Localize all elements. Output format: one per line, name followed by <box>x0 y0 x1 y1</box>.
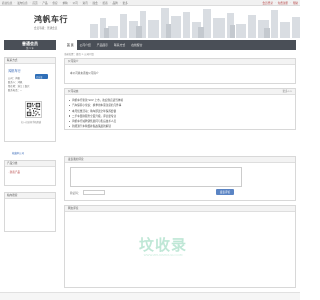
store-name-link[interactable]: 鸿帆车行 <box>8 68 21 73</box>
top-nav: 商业信息 · 发布信息 · 首页 · 产品 · 供应 · 求购 · 公司 · 资讯 · 展会 · 招商 · 品牌 · 更多 <box>2 1 128 5</box>
main-tabs: 首 页公司介绍 产品展示 联系方式 在线留言 <box>64 40 296 50</box>
site-search-box: 站内搜索 <box>4 192 56 232</box>
top-nav-separator: · <box>14 1 16 5</box>
breadcrumb: 当前位置：首页 > 公司介绍 <box>64 53 94 56</box>
company-intro-text: 本公司尚未添加公司简介 <box>70 72 99 75</box>
account-link[interactable]: 帮助 <box>293 1 298 5</box>
contact-box: 联系方式 鸿帆车行 已认证 公司：鸿帆 联系人：鸿帆 所在地：浙江 | 嘉兴 联系电话… <box>4 57 56 142</box>
top-nav-link[interactable]: 求购 <box>62 1 67 5</box>
top-account-links: 会员登录 · 免费注册 · 帮助 <box>262 1 298 5</box>
tab-1[interactable]: 公司介绍 <box>77 40 94 50</box>
store-brand-title: 鸿帆车行 <box>34 14 68 24</box>
news-list: 鸿帆车行新款 SUV 上市，欢迎到店试驾体验 汽车保养小常识：换季用车需注意的几件… <box>69 98 289 130</box>
tab-4[interactable]: 在线留言 <box>128 40 145 50</box>
top-nav-separator: · <box>29 1 31 5</box>
news-more-link[interactable]: 更多>> <box>282 89 292 95</box>
qr-caption: 扫一扫访问手机商铺 <box>21 121 41 124</box>
top-nav-link[interactable]: 更多 <box>123 1 128 5</box>
top-nav-separator: · <box>99 1 101 5</box>
top-nav-link[interactable]: 供应 <box>52 1 57 5</box>
reviews-title: 网友评论 <box>65 206 295 212</box>
top-nav-separator: · <box>59 1 61 5</box>
top-nav-separator: · <box>39 1 41 5</box>
category-item[interactable]: · 新商产品 <box>8 170 20 174</box>
top-nav-separator: · <box>109 1 111 5</box>
contact-box-title: 联系方式 <box>5 58 55 64</box>
contact-details: 公司：鸿帆 联系人：鸿帆 所在地：浙江 | 嘉兴 联系电话：-- <box>8 77 29 93</box>
membership-panel: 普通会员 第 1 年 <box>4 40 56 50</box>
top-nav-separator: · <box>79 1 81 5</box>
city-skyline-banner <box>80 6 300 38</box>
tab-0[interactable]: 首 页 <box>64 40 77 50</box>
qr-code-icon <box>25 101 42 118</box>
verified-badge: 已认证 <box>35 74 48 79</box>
top-nav-link[interactable]: 招商 <box>103 1 108 5</box>
category-box: 产品分类 · 新商产品 <box>4 160 56 186</box>
follow-company-link[interactable]: 收藏本公司 <box>12 151 24 155</box>
site-search-title: 站内搜索 <box>5 193 55 199</box>
header: 鸿帆车行 会员等级：普通会员 <box>0 6 300 38</box>
comment-box: 发表我的评论 验证码： 发表评论 <box>64 156 296 201</box>
verify-code-input[interactable] <box>83 190 105 195</box>
verify-code-label: 验证码： <box>70 192 81 195</box>
membership-years: 第 1 年 <box>26 47 34 50</box>
tab-3[interactable]: 联系方式 <box>111 40 128 50</box>
contact-detail-line: 联系电话：-- <box>8 89 22 92</box>
news-item[interactable]: 新能源汽车购置补贴政策最新解读 <box>69 124 289 129</box>
top-nav-link[interactable]: 发布信息 <box>17 1 27 5</box>
comment-textarea[interactable] <box>70 167 242 187</box>
top-nav-link[interactable]: 公司 <box>72 1 77 5</box>
watermark-logo: 坟收录 <box>138 236 187 254</box>
comment-box-title: 发表我的评论 <box>65 157 295 163</box>
account-separator: · <box>274 1 276 5</box>
top-nav-link[interactable]: 资讯 <box>82 1 87 5</box>
account-link[interactable]: 会员登录 <box>262 1 272 5</box>
footer <box>0 292 300 300</box>
top-nav-link[interactable]: 商业信息 <box>2 1 12 5</box>
top-nav-link[interactable]: 展会 <box>93 1 98 5</box>
company-intro-box: 公司简介 本公司尚未添加公司简介 <box>64 58 296 84</box>
top-nav-separator: · <box>69 1 71 5</box>
top-nav-separator: · <box>89 1 91 5</box>
member-level-text: 会员等级：普通会员 <box>34 27 58 30</box>
watermark-url: WWW.ZHUOSHOULU.COM <box>143 253 183 257</box>
submit-comment-button[interactable]: 发表评论 <box>216 189 234 195</box>
top-nav-separator: · <box>119 1 121 5</box>
company-news-header: 公司动态 更多>> <box>65 89 295 95</box>
account-separator: · <box>289 1 291 5</box>
company-news-title: 公司动态 <box>68 90 79 93</box>
category-box-title: 产品分类 <box>5 161 55 167</box>
company-intro-title: 公司简介 <box>65 59 295 65</box>
top-nav-link[interactable]: 品牌 <box>113 1 118 5</box>
company-news-box: 公司动态 更多>> 鸿帆车行新款 SUV 上市，欢迎到店试驾体验 汽车保养小常识：… <box>64 88 296 130</box>
top-nav-link[interactable]: 首页 <box>32 1 37 5</box>
top-nav-link[interactable]: 产品 <box>42 1 47 5</box>
top-nav-separator: · <box>49 1 51 5</box>
account-link[interactable]: 免费注册 <box>278 1 288 5</box>
tab-2[interactable]: 产品展示 <box>94 40 111 50</box>
